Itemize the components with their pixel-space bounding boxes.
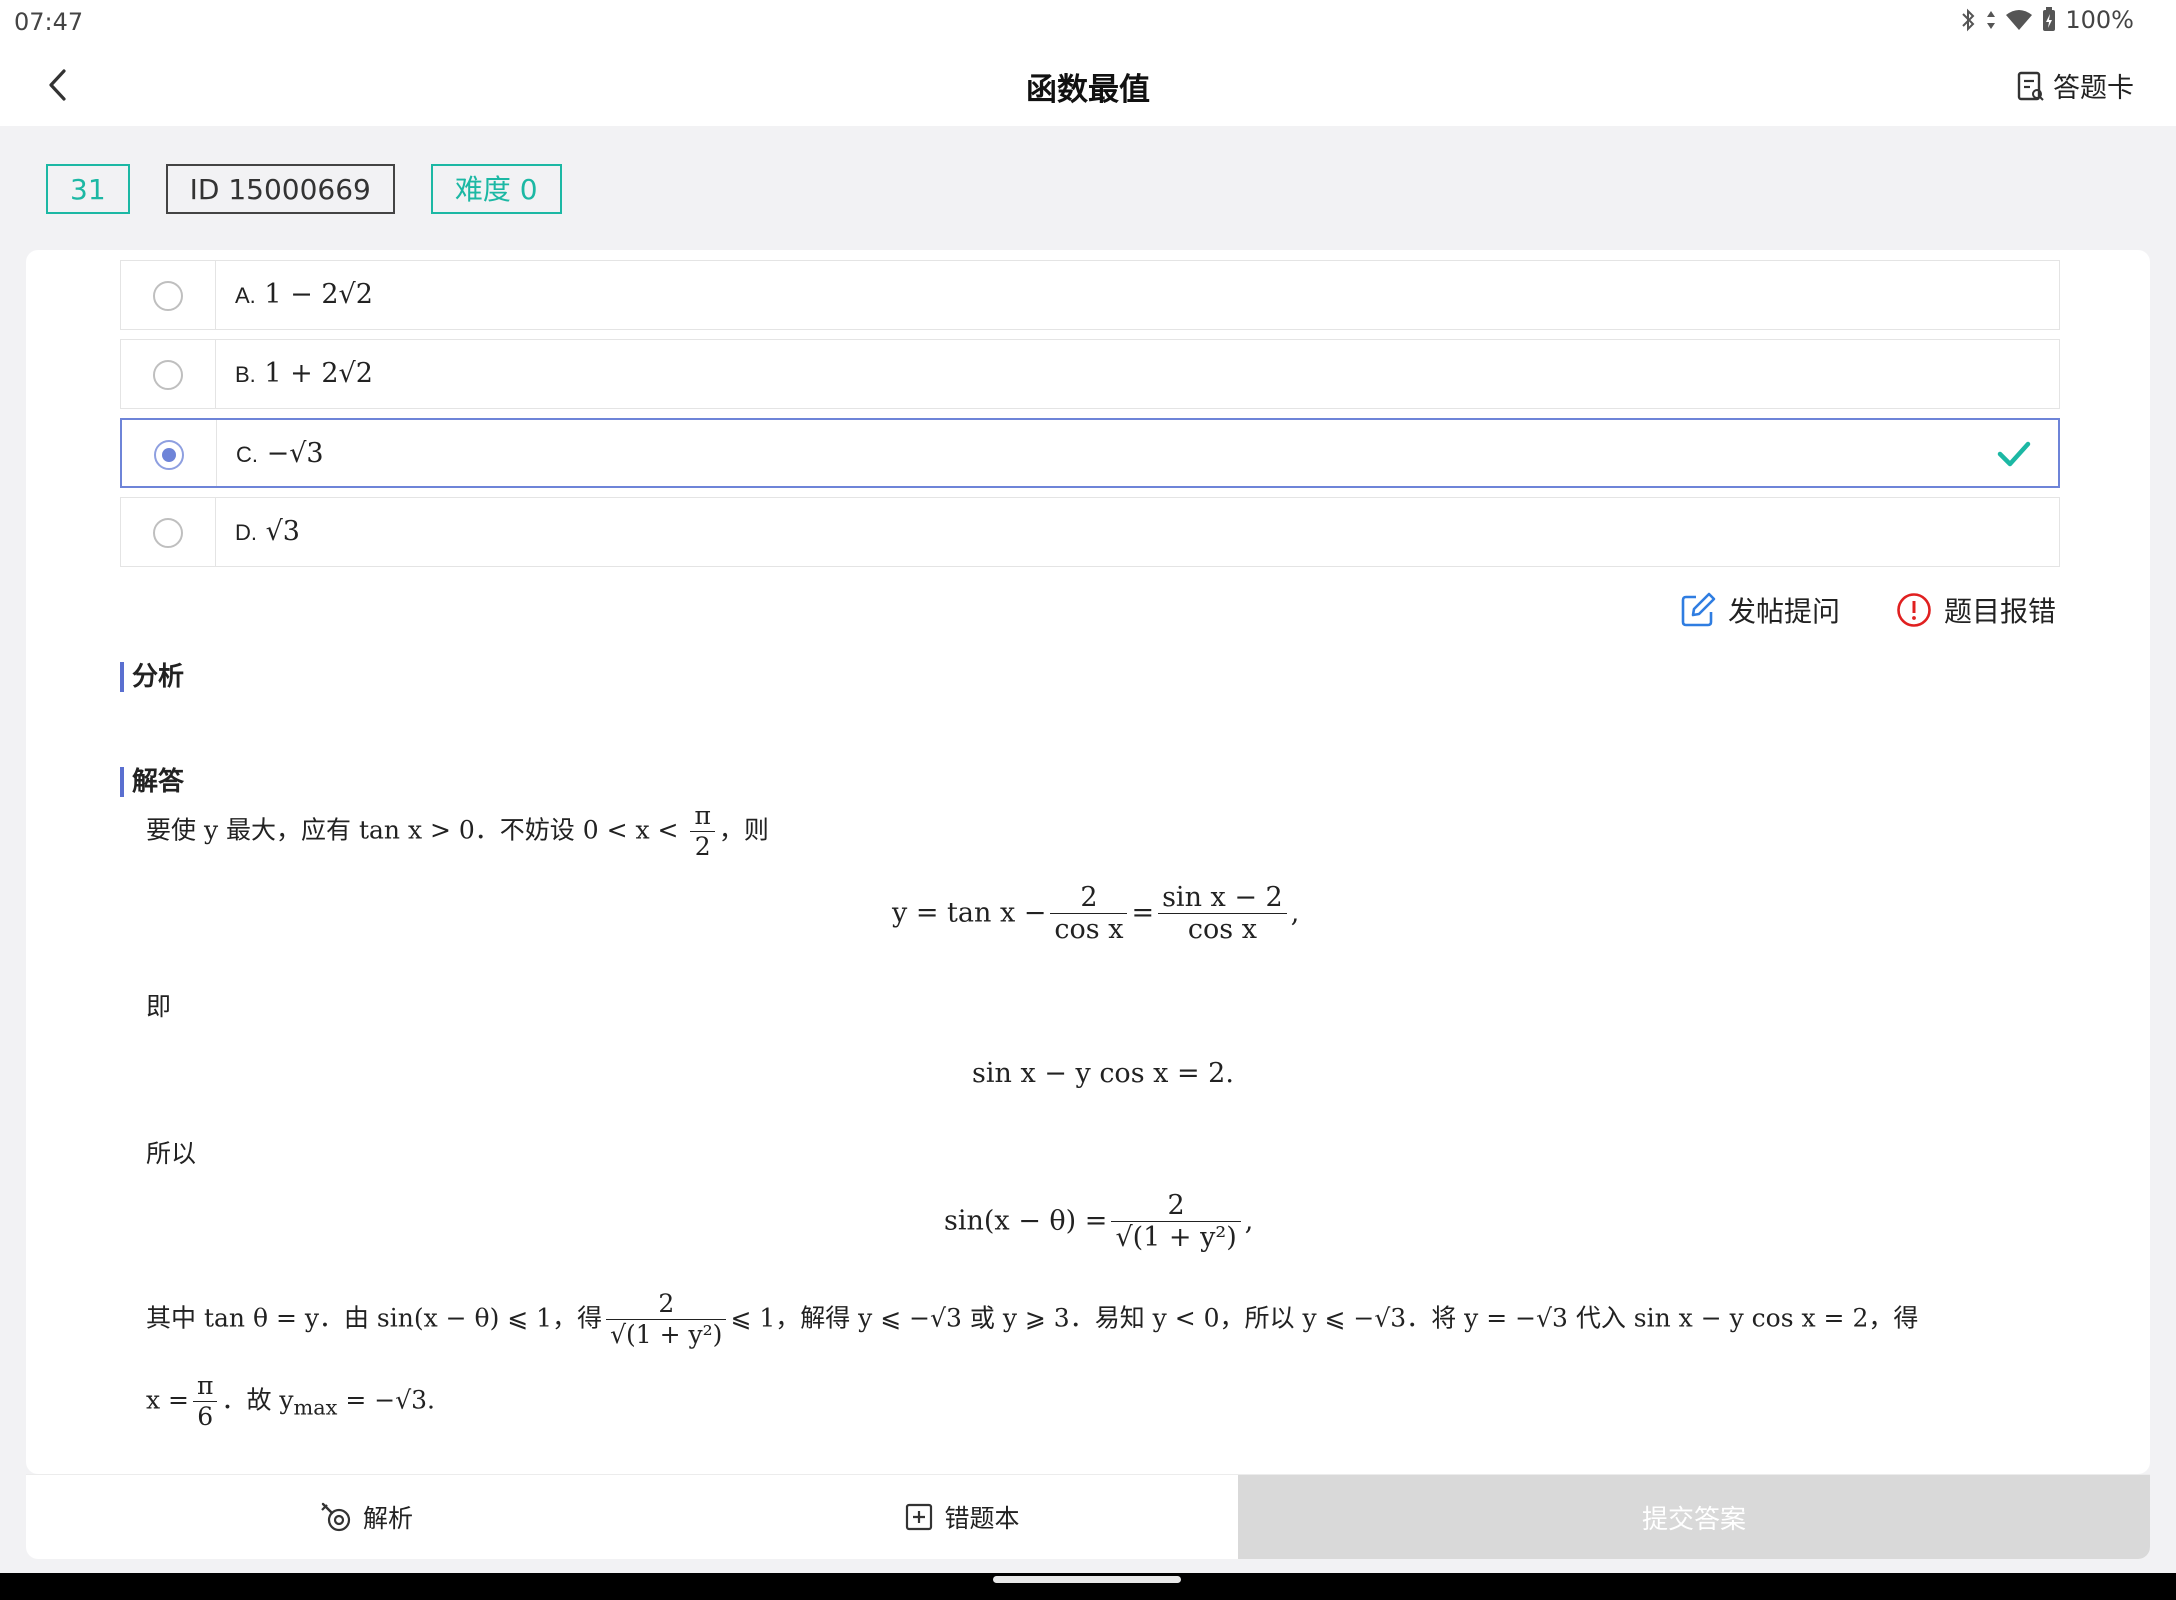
option-c-radio[interactable] (154, 440, 184, 470)
question-number-tag: 31 (46, 164, 130, 214)
submit-answer-button[interactable]: 提交答案 (1238, 1475, 2150, 1559)
data-arrows-icon (1987, 11, 1996, 29)
bluetooth-icon (1962, 8, 1975, 32)
mistakes-book-label: 错题本 (944, 1504, 1020, 1533)
radio-cell (122, 420, 217, 486)
status-bar: 07:47 100% (0, 0, 2176, 44)
equation-2: sin x − y cos x = 2. (972, 1058, 1234, 1089)
equation-3: sin(x − θ) = 2 √(1 + y²), (944, 1190, 1254, 1254)
option-a-label: A. 1 − 2√2 (235, 279, 373, 310)
add-square-icon (906, 1503, 933, 1531)
analysis-heading: 分析 (120, 662, 184, 692)
solution-line-3: x = π 6 ．故 ymax = −√3. (146, 1371, 436, 1432)
fraction: 2 cos x (1050, 882, 1128, 946)
answer-heading: 解答 (120, 767, 184, 797)
radio-cell (121, 261, 216, 329)
question-actions: 发帖提问 题目报错 (1680, 590, 2056, 630)
analysis-icon (321, 1502, 351, 1532)
analysis-label: 解析 (362, 1504, 413, 1533)
answer-card-label: 答题卡 (2053, 73, 2134, 104)
fraction: sin x − 2 cos x (1158, 882, 1287, 946)
question-id-tag: ID 15000669 (165, 164, 395, 214)
solution-line-1: 要使 y 最大，应有 tan x > 0．不妨设 0 < x < π 2 ，则 (146, 801, 769, 862)
home-gesture-handle[interactable] (993, 1576, 1181, 1583)
option-c[interactable]: C. −√3 (120, 418, 2060, 488)
ask-question-button[interactable]: 发帖提问 (1680, 590, 1840, 630)
radio-cell (121, 340, 216, 408)
text-ji: 即 (146, 992, 172, 1021)
option-c-label: C. −√3 (236, 438, 324, 469)
battery-level: 100% (2065, 6, 2134, 34)
wifi-icon (2006, 10, 2033, 30)
fraction: π6 (193, 1371, 218, 1432)
ask-question-label: 发帖提问 (1727, 595, 1840, 628)
option-b-radio[interactable] (153, 360, 183, 390)
correct-check-icon (1997, 441, 2031, 467)
option-a-radio[interactable] (153, 281, 183, 311)
option-d-label: D. √3 (235, 516, 300, 547)
bottom-action-bar: 解析 错题本 提交答案 (26, 1474, 2150, 1559)
app-bar: 函数最值 答题卡 (0, 44, 2176, 126)
battery-icon (2043, 7, 2056, 31)
text-suoyi: 所以 (146, 1139, 197, 1168)
analysis-button[interactable]: 解析 (276, 1475, 456, 1559)
report-error-button[interactable]: 题目报错 (1896, 590, 2056, 630)
report-error-label: 题目报错 (1943, 595, 2056, 628)
alert-circle-icon (1897, 593, 1931, 627)
option-b[interactable]: B. 1 + 2√2 (120, 339, 2060, 409)
status-icons: 100% (1959, 6, 2134, 34)
fraction: π2 (690, 801, 715, 862)
option-b-label: B. 1 + 2√2 (235, 358, 373, 389)
fraction: 2 √(1 + y²) (1111, 1190, 1241, 1254)
option-d-radio[interactable] (153, 518, 183, 548)
page-title: 函数最值 (1026, 72, 1150, 108)
question-content-card: A. 1 − 2√2 B. 1 + 2√2 C. −√3 D. √3 发帖提问 … (26, 250, 2150, 1474)
solution-line-2: 其中 tan θ = y．由 sin(x − θ) ⩽ 1，得 2 √(1 + y²… (146, 1289, 1919, 1350)
equation-1: y = tan x −2 cos x = sin x − 2 cos x, (892, 882, 1300, 946)
mistakes-book-button[interactable]: 错题本 (872, 1475, 1052, 1559)
difficulty-tag: 难度 0 (430, 164, 562, 214)
status-time: 07:47 (14, 8, 84, 36)
fraction: 2 √(1 + y²) (606, 1289, 727, 1350)
option-d[interactable]: D. √3 (120, 497, 2060, 567)
answer-card-icon (2017, 71, 2044, 101)
option-a[interactable]: A. 1 − 2√2 (120, 260, 2060, 330)
answer-card-button[interactable]: 答题卡 (2015, 66, 2134, 105)
radio-cell (121, 498, 216, 566)
question-tags: 31 ID 15000669 难度 0 (46, 164, 562, 214)
edit-icon (1681, 592, 1716, 627)
